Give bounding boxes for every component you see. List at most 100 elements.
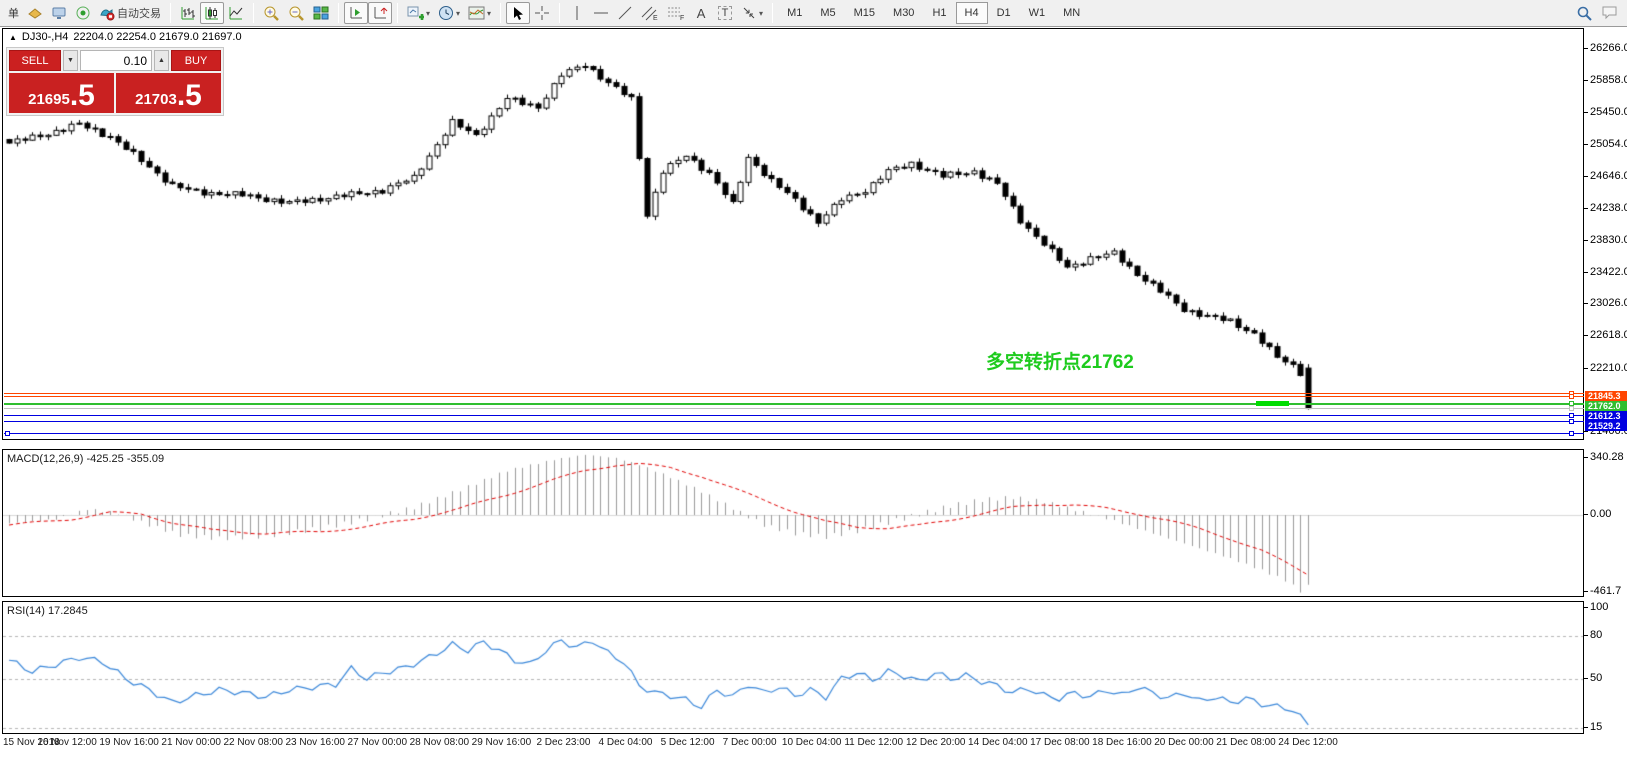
price-axis-label: 23830.0 [1590, 234, 1627, 246]
zoom-out-icon [288, 5, 305, 22]
auto-scroll-button[interactable] [344, 2, 368, 24]
zoom-in-button[interactable] [259, 2, 284, 24]
horizontal-line-object[interactable] [4, 393, 1584, 394]
vertical-line-icon [571, 5, 583, 21]
time-axis-label: 29 Nov 16:00 [472, 737, 532, 748]
axis-tick [1584, 368, 1588, 369]
horizontal-line-object[interactable] [4, 403, 1584, 405]
macd-panel[interactable]: MACD(12,26,9) -425.25 -355.09 [2, 449, 1584, 597]
volume-input[interactable] [80, 50, 152, 71]
timeframe-m5[interactable]: M5 [811, 2, 844, 24]
tile-windows-button[interactable] [309, 2, 333, 24]
separator [500, 3, 501, 23]
horizontal-line-object[interactable] [4, 421, 1584, 422]
symbol-period-label: DJ30-,H4 [22, 31, 68, 43]
buy-price-frac: .5 [177, 81, 202, 111]
label-tool-button[interactable]: T [713, 2, 737, 24]
axis-tick [1584, 335, 1588, 336]
tile-windows-icon [313, 5, 329, 21]
search-button[interactable] [1572, 2, 1597, 24]
dropdown-caret: ▾ [487, 9, 491, 18]
broadcast-icon[interactable] [71, 2, 95, 24]
axis-tick [1584, 727, 1588, 728]
line-handle[interactable] [1569, 394, 1574, 399]
period-button[interactable]: ▾ [434, 2, 464, 24]
horizontal-line-tool-button[interactable] [589, 2, 613, 24]
timeframe-mn[interactable]: MN [1054, 2, 1089, 24]
turning-point-annotation[interactable]: 多空转折点21762 [986, 347, 1134, 374]
time-axis-label: 19 Nov 16:00 [99, 737, 159, 748]
candlestick-chart[interactable] [3, 29, 1583, 439]
axis-tick [1584, 144, 1588, 145]
timeframe-h1[interactable]: H1 [923, 2, 955, 24]
new-chart-button[interactable]: ▾ [403, 2, 434, 24]
axis-tick [1584, 607, 1588, 608]
label-t-icon: T [718, 6, 733, 20]
sell-price-box[interactable]: 21695 .5 [9, 73, 114, 113]
horizontal-line-object[interactable] [4, 433, 1584, 434]
line-handle[interactable] [5, 431, 10, 436]
chart-shift-icon [372, 5, 388, 21]
chart-shift-button[interactable] [368, 2, 392, 24]
trendline-tool-button[interactable] [613, 2, 637, 24]
collapse-panel-icon[interactable]: ▲ [9, 33, 17, 42]
sell-button[interactable]: SELL [9, 50, 61, 71]
line-handle[interactable] [1569, 431, 1574, 436]
buy-button[interactable]: BUY [171, 50, 221, 71]
buy-price-box[interactable]: 21703 .5 [116, 73, 221, 113]
timeframe-w1[interactable]: W1 [1020, 2, 1055, 24]
new-order-clipped-label[interactable]: 单 [4, 5, 23, 21]
green-zone-marker[interactable] [1256, 401, 1289, 406]
price-level-tag: 21529.2 [1585, 421, 1627, 431]
cursor-tool-button[interactable] [506, 2, 530, 24]
timeframe-m1[interactable]: M1 [778, 2, 811, 24]
price-axis-label: 25450.0 [1590, 106, 1627, 118]
line-handle[interactable] [1569, 419, 1574, 424]
terminal-icon[interactable] [47, 2, 71, 24]
axis-tick [1584, 272, 1588, 273]
fibonacci-tool-button[interactable]: F [663, 2, 689, 24]
new-chart-icon [407, 5, 424, 22]
time-axis-label: 16 Nov 12:00 [37, 737, 97, 748]
vertical-line-tool-button[interactable] [565, 2, 589, 24]
chat-button[interactable] [1597, 2, 1623, 24]
line-handle[interactable] [1569, 406, 1574, 411]
timeframe-h4[interactable]: H4 [956, 2, 988, 24]
macd-chart[interactable] [3, 450, 1583, 596]
zoom-in-icon [263, 5, 280, 22]
auto-scroll-icon [348, 5, 364, 21]
autotrading-label: 自动交易 [117, 5, 161, 21]
marketwatch-icon[interactable] [23, 2, 47, 24]
rsi-chart[interactable] [3, 602, 1583, 733]
horizontal-line-object[interactable] [4, 408, 1584, 409]
line-chart-mode-button[interactable] [224, 2, 248, 24]
zoom-out-button[interactable] [284, 2, 309, 24]
line-handle[interactable] [1569, 413, 1574, 418]
time-axis-label: 12 Dec 20:00 [906, 737, 966, 748]
axis-tick [1584, 635, 1588, 636]
fibo-letter: F [680, 15, 684, 21]
book-icon [27, 5, 43, 21]
price-axis-label: 25858.0 [1590, 74, 1627, 86]
timeframe-d1[interactable]: D1 [988, 2, 1020, 24]
price-chart-panel[interactable]: ▲ DJ30-,H4 22204.0 22254.0 21679.0 21697… [2, 28, 1584, 440]
template-button[interactable]: ▾ [464, 2, 495, 24]
horizontal-line-object[interactable] [4, 396, 1584, 397]
bar-chart-mode-button[interactable] [176, 2, 200, 24]
channel-tool-button[interactable]: E [637, 2, 663, 24]
rsi-panel[interactable]: RSI(14) 17.2845 [2, 601, 1584, 734]
time-axis-label: 21 Nov 00:00 [161, 737, 221, 748]
arrows-tool-button[interactable]: ▾ [737, 2, 767, 24]
timeframe-m30[interactable]: M30 [884, 2, 923, 24]
timeframe-m15[interactable]: M15 [845, 2, 884, 24]
equidistant-channel-icon: E [641, 5, 659, 21]
rsi-axis-label: 50 [1590, 672, 1602, 684]
autotrading-button[interactable]: 自动交易 [95, 2, 165, 24]
volume-down-stepper[interactable]: ▼ [63, 50, 78, 71]
crosshair-tool-button[interactable] [530, 2, 554, 24]
text-tool-button[interactable]: A [689, 2, 713, 24]
horizontal-line-object[interactable] [4, 415, 1584, 416]
candlestick-mode-button[interactable] [200, 2, 224, 24]
volume-up-stepper[interactable]: ▲ [154, 50, 169, 71]
autotrading-icon [99, 5, 115, 21]
